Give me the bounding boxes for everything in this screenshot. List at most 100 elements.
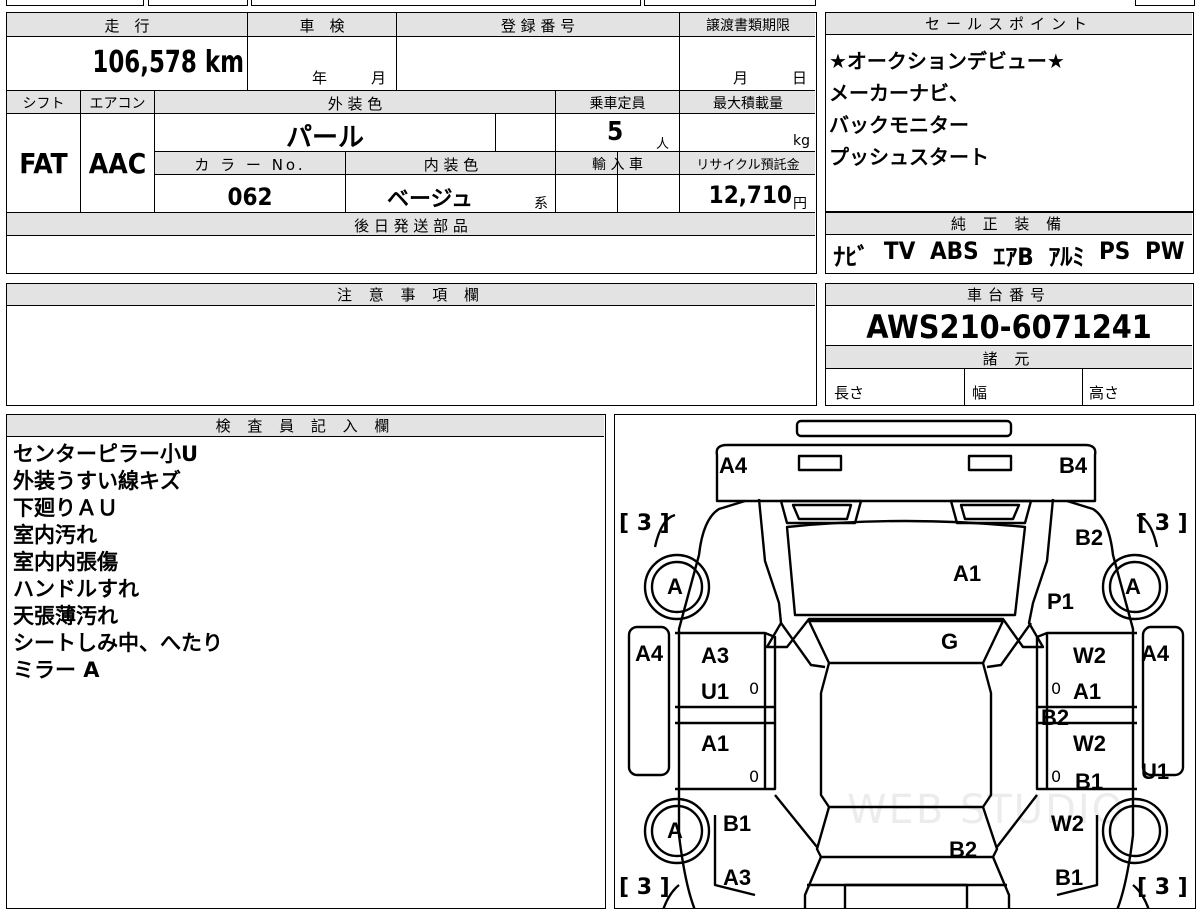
top-strip-cell: [148, 0, 248, 6]
inspector-notes-box: 検 査 員 記 入 欄 センターピラー小U 外装うすい線キズ 下廻りＡＵ 室内汚…: [6, 414, 606, 909]
chassis-number-label: 車台番号: [826, 284, 1192, 306]
caution-notes-label: 注 意 事 項 欄: [7, 284, 815, 306]
sales-points-label: セールスポイント: [826, 13, 1192, 35]
equipment-tv: TV: [883, 237, 916, 265]
sales-point-item: メーカーナビ、: [829, 81, 969, 105]
tread-depth-front-left: [ 3 ]: [619, 511, 670, 536]
inspector-note-line: 室内内張傷: [13, 550, 118, 574]
window-mark: 0: [749, 767, 760, 786]
spec-label: 諸 元: [982, 350, 1036, 368]
interior-color-value: ベージュ: [387, 187, 474, 212]
inspection-label: 車 検: [299, 17, 345, 35]
registration-label: 登 録 番 号: [500, 17, 576, 35]
equipment-navi: ﾅﾋﾞ: [833, 243, 870, 271]
shift-value: FAT: [19, 147, 68, 180]
equipment-ps: PS: [1098, 237, 1131, 265]
interior-color-label: 内 装 色: [423, 156, 479, 174]
capacity-unit: 人: [656, 137, 670, 152]
top-strip-cell: [644, 0, 816, 6]
damage-mark: W2: [1073, 643, 1106, 668]
tread-depth-rear-left: [ 3 ]: [619, 875, 670, 900]
caution-notes-box: 注 意 事 項 欄: [6, 283, 817, 406]
damage-mark: A1: [1073, 679, 1102, 704]
inspection-year: 年: [312, 69, 328, 87]
equipment-box: 純 正 装 備 ﾅﾋﾞ TV ABS ｴｱB ｱﾙﾐ PS PW: [825, 212, 1194, 274]
equipment-abs: ABS: [929, 237, 979, 265]
transfer-month: 月: [733, 69, 749, 87]
equipment-airbag: ｴｱB: [993, 243, 1034, 271]
damage-mark: A1: [701, 731, 730, 756]
damage-mark: A4: [1141, 641, 1170, 666]
damage-mark: B2: [1075, 525, 1104, 550]
window-mark: 0: [1051, 767, 1062, 786]
tire-grade-front-left: A: [667, 574, 683, 599]
window-mark: 0: [749, 679, 760, 698]
damage-mark: A1: [953, 561, 982, 586]
shift-label: シフト: [22, 96, 65, 112]
damage-mark: B2: [1041, 705, 1070, 730]
sales-point-item: バックモニター: [829, 113, 969, 137]
damage-mark: A3: [723, 865, 752, 890]
tire-grade-front-right: A: [1125, 574, 1141, 599]
damage-mark: W2: [1051, 811, 1084, 836]
transfer-deadline-label: 譲渡書類期限: [706, 18, 790, 34]
recycle-deposit-label: リサイクル預託金: [696, 158, 800, 173]
damage-mark: B4: [1059, 453, 1088, 478]
vehicle-info-table: 走 行 車 検 登 録 番 号 譲渡書類期限 106,578 km 年 月 月 …: [6, 12, 817, 274]
capacity-label: 乗車定員: [589, 96, 646, 112]
top-strip-cell: [251, 0, 641, 6]
damage-mark: B1: [1055, 865, 1084, 890]
max-load-label: 最大積載量: [713, 96, 783, 112]
sales-points-box: セールスポイント ★オークションデビュー★ メーカーナビ、 バックモニター プッ…: [825, 12, 1194, 212]
tread-depth-front-right: [ 3 ]: [1137, 511, 1188, 536]
ac-label: エアコン: [89, 96, 146, 112]
tread-depth-rear-right: [ 3 ]: [1137, 875, 1188, 900]
inspector-notes-label: 検 査 員 記 入 欄: [7, 415, 604, 437]
chassis-number: AWS210-6071241: [866, 308, 1152, 346]
mileage-value: 106,578 km: [92, 45, 245, 80]
car-damage-diagram: A A A [ 3 ] [ 3 ] [ 3 ] [ 3 ] 0 0 0 0 WE…: [614, 414, 1196, 909]
exterior-color-value: パール: [285, 123, 364, 153]
damage-mark: U1: [701, 679, 730, 704]
later-parts-label: 後 日 発 送 部 品: [354, 217, 468, 235]
inspection-month: 月: [371, 69, 387, 87]
equipment-label: 純 正 装 備: [826, 213, 1192, 235]
damage-mark: P1: [1047, 589, 1074, 614]
chassis-box: 車台番号 AWS210-6071241 諸 元 長さ 幅 高さ: [825, 283, 1194, 406]
width-label: 幅: [972, 384, 988, 402]
window-mark: 0: [1051, 679, 1062, 698]
inspector-note-line: ハンドルすれ: [13, 577, 139, 601]
ac-value: AAC: [88, 147, 147, 180]
damage-mark: W2: [1073, 731, 1106, 756]
damage-mark: B1: [723, 811, 752, 836]
damage-mark: U1: [1141, 759, 1170, 784]
mileage-label: 走 行: [104, 17, 150, 35]
sales-point-item: ★オークションデビュー★: [829, 49, 1065, 73]
inspector-note-line: 天張薄汚れ: [13, 604, 118, 628]
top-strip-cell: [6, 0, 144, 6]
damage-mark: B1: [1075, 769, 1104, 794]
length-label: 長さ: [834, 384, 865, 402]
exterior-color-label: 外 装 色: [327, 95, 383, 113]
transfer-day: 日: [792, 69, 808, 87]
recycle-deposit-unit: 円: [793, 196, 807, 212]
inspector-note-line: 室内汚れ: [13, 523, 97, 547]
top-strip-cell: [1135, 0, 1195, 6]
inspector-note-line: センターピラー小U: [13, 442, 199, 466]
tire-grade-rear-left: A: [667, 818, 683, 843]
inspector-note-line: シートしみ中、へたり: [13, 631, 223, 655]
damage-mark: A3: [701, 643, 730, 668]
inspector-note-line: 外装うすい線キズ: [13, 469, 181, 493]
sales-point-item: プッシュスタート: [829, 145, 989, 169]
damage-mark: B2: [949, 837, 978, 862]
color-number-value: 062: [227, 183, 273, 211]
damage-mark: A4: [719, 453, 748, 478]
interior-color-suffix: 系: [534, 196, 548, 212]
equipment-pw: PW: [1144, 237, 1185, 265]
height-label: 高さ: [1089, 384, 1120, 402]
recycle-deposit-value: 12,710: [708, 181, 792, 209]
damage-mark: A4: [635, 641, 664, 666]
max-load-unit: kg: [793, 133, 810, 149]
color-number-label: カ ラ ー No.: [194, 156, 306, 174]
damage-mark: G: [941, 629, 959, 654]
